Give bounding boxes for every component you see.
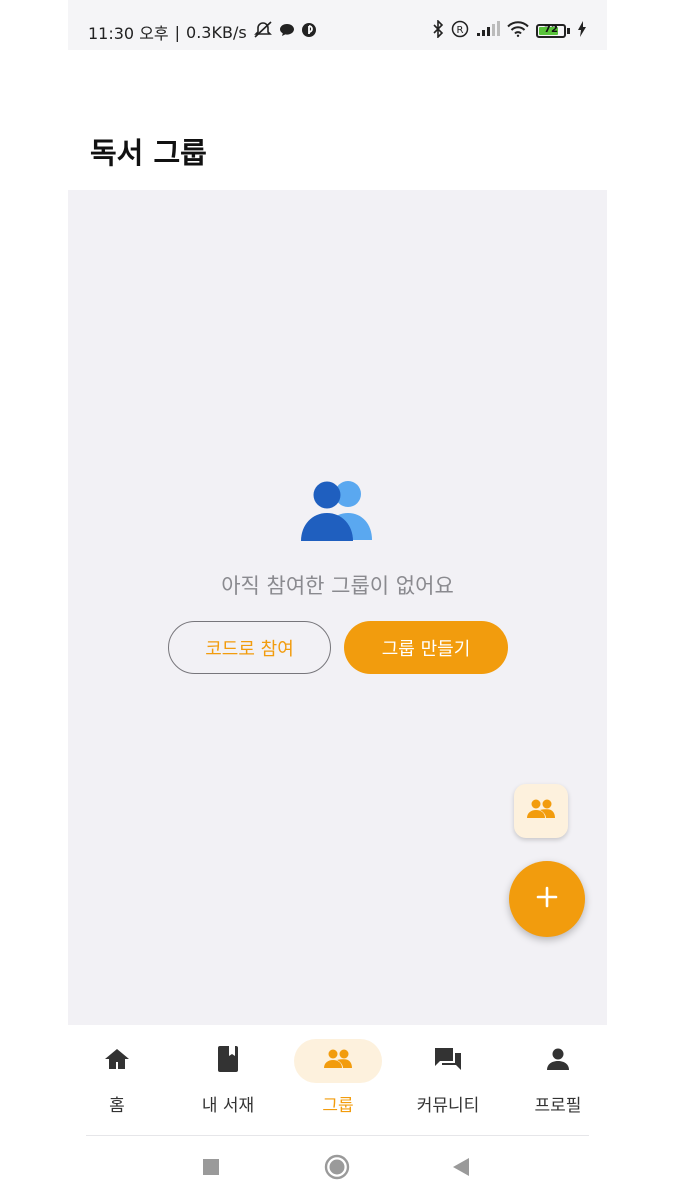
group-fab-button[interactable] [514, 784, 568, 838]
nav-label-home: 홈 [109, 1096, 125, 1116]
nav-item-home[interactable]: 홈 [67, 1039, 167, 1119]
system-navigation-bar [68, 1136, 607, 1200]
groups-content: 아직 참여한 그룹이 없어요 코드로 참여 그룹 만들기 [68, 190, 607, 1025]
create-group-button[interactable]: 그룹 만들기 [344, 621, 508, 674]
wifi-icon [507, 21, 529, 41]
registered-icon: R [451, 20, 469, 42]
status-separator: | [174, 22, 181, 42]
recents-button[interactable] [202, 1158, 220, 1180]
status-time: 11:30 오후 [88, 24, 169, 43]
plus-icon [535, 885, 559, 913]
nav-item-community[interactable]: 커뮤니티 [398, 1039, 498, 1119]
message-icon [279, 22, 295, 42]
group-icon [323, 1049, 353, 1073]
status-speed: 0.3KB/s [186, 22, 247, 42]
empty-state-message: 아직 참여한 그룹이 없어요 [221, 574, 454, 598]
charging-icon [577, 21, 587, 41]
page-title: 독서 그룹 [90, 136, 207, 170]
group-icon [526, 799, 556, 823]
battery-tip [567, 28, 570, 34]
battery-indicator: 72 [536, 24, 570, 38]
svg-text:R: R [457, 25, 464, 36]
nav-item-groups[interactable]: 그룹 [288, 1039, 388, 1119]
book-icon [217, 1045, 239, 1077]
nav-label-profile: 프로필 [534, 1096, 582, 1116]
nav-label-community: 커뮤니티 [416, 1096, 480, 1116]
nav-item-profile[interactable]: 프로필 [508, 1039, 608, 1119]
home-icon [103, 1047, 131, 1075]
status-right: R 72 [432, 19, 587, 42]
home-system-button[interactable] [324, 1154, 350, 1184]
nav-label-groups: 그룹 [322, 1096, 354, 1116]
bluetooth-icon [432, 19, 444, 42]
battery-icon: 72 [536, 24, 566, 38]
signal-icon [476, 21, 500, 41]
nav-item-library[interactable]: 내 서재 [178, 1039, 278, 1119]
nav-label-library: 내 서재 [201, 1096, 255, 1116]
nav-pill-community [404, 1039, 492, 1083]
app-notification-icon [301, 22, 317, 42]
join-by-code-button[interactable]: 코드로 참여 [168, 621, 331, 674]
nav-pill-library [184, 1039, 272, 1083]
nav-pill-groups [294, 1039, 382, 1083]
add-fab-button[interactable] [509, 861, 585, 937]
bottom-navigation: 홈 내 서재 그룹 커뮤니티 프로필 [68, 1025, 607, 1135]
back-button[interactable] [451, 1157, 471, 1181]
status-bar: 11:30 오후 | 0.3KB/s R 72 [68, 0, 607, 50]
battery-level: 72 [544, 24, 558, 35]
nav-pill-home [73, 1039, 161, 1083]
nav-pill-profile [514, 1039, 602, 1083]
person-icon [546, 1047, 570, 1075]
app-screen: 11:30 오후 | 0.3KB/s R 72 독서 그룹 아직 참여한 그룹이… [68, 0, 607, 1200]
app-header: 독서 그룹 [68, 50, 607, 190]
status-left: 11:30 오후 | 0.3KB/s [88, 20, 317, 44]
mute-icon [253, 21, 273, 43]
group-people-icon [298, 480, 378, 541]
chat-icon [433, 1046, 463, 1076]
